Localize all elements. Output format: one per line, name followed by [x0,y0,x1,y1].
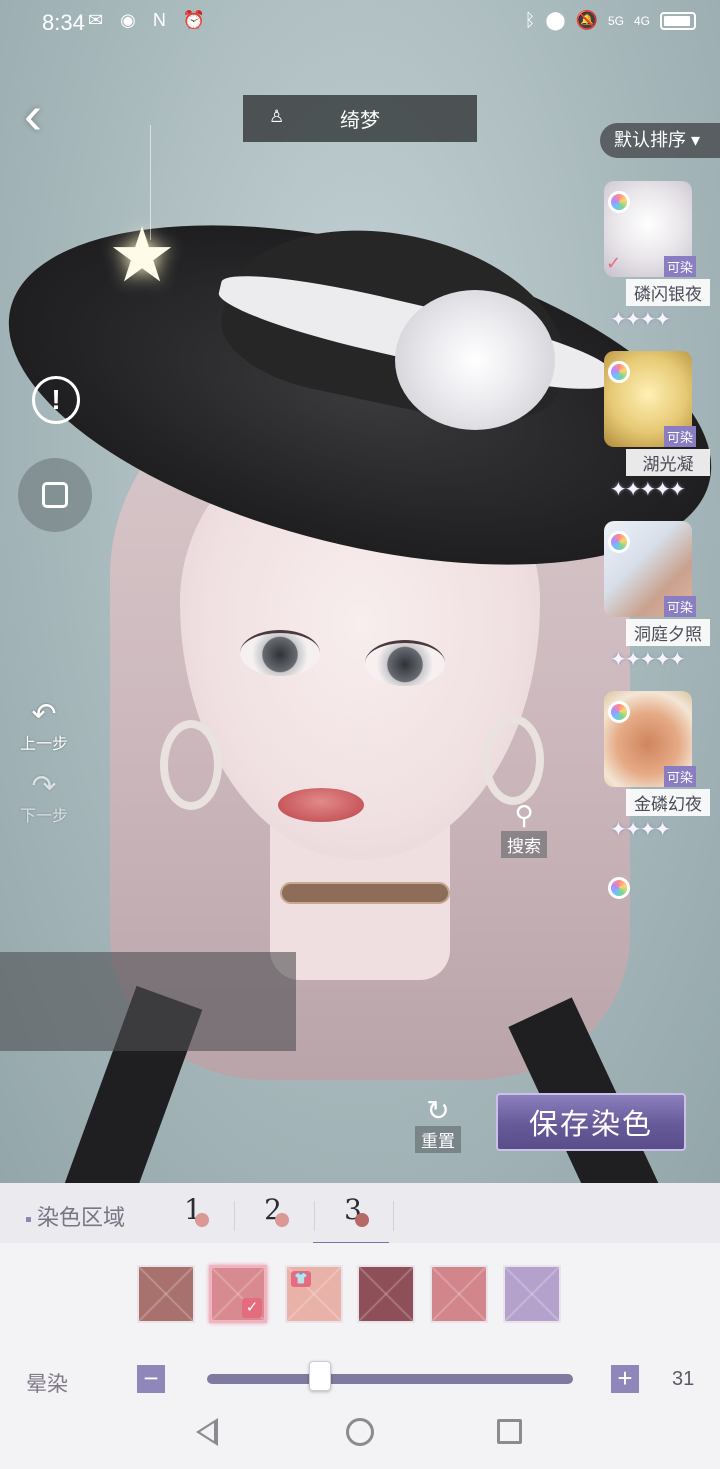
item-card[interactable]: 可染 洞庭夕照 ✦✦✦✦✦ [588,515,720,685]
color-wheel-icon [608,877,630,899]
blend-slider-track[interactable] [207,1374,573,1384]
alarm-icon: ⏰ [182,10,212,30]
status-bar: 8:34 ✉ ◉ N ⏰ ᛒ ⬤ 🔕 5G 4G [0,0,720,44]
eye-icon: ◉ [120,10,142,30]
character-left-eye [240,630,320,676]
color-swatch[interactable] [430,1265,488,1323]
5g-signal-icon: 5G [607,13,624,28]
tab-region-1[interactable]: 1 [163,1193,223,1233]
undo-label: 上一步 [19,736,68,753]
search-button[interactable]: ⚲ 搜索 [490,800,558,858]
dye-region-tabs: 染色区域 1 2 3 [0,1183,720,1245]
color-swatch[interactable]: ✓ [209,1265,267,1323]
color-dot [275,1213,289,1227]
outfit-title: 绮梦 [340,110,380,132]
right-earring [482,715,544,805]
dyeable-badge: 可染 [664,256,697,277]
color-wheel-icon [608,531,630,553]
color-swatch[interactable] [137,1265,195,1323]
selected-check-icon: ✓ [606,253,622,273]
stop-button[interactable] [18,458,92,532]
save-dye-button[interactable]: 保存染色 [496,1093,686,1151]
reset-icon: ↻ [426,1095,450,1126]
search-icon: ⚲ [514,800,534,830]
blend-label: 晕染 [26,1373,68,1396]
blend-value: 31 [672,1368,695,1390]
nav-recents-icon[interactable] [497,1419,522,1444]
nav-back-icon[interactable] [196,1418,218,1446]
color-dot [195,1213,209,1227]
dyeable-badge: 可染 [664,596,697,617]
left-earring [160,720,222,810]
item-stars: ✦✦✦✦ [610,819,671,841]
item-name: 湖光凝 [626,449,710,476]
increase-button[interactable]: + [611,1365,639,1393]
item-stars: ✦✦✦✦✦ [610,649,686,671]
item-list: ✓ 可染 磷闪银夜 ✦✦✦✦ 可染 湖光凝 ✦✦✦✦✦ 可染 洞庭夕照 ✦✦✦✦… [588,175,720,905]
alert-button[interactable]: ! [32,376,80,424]
tab-divider [314,1201,315,1231]
status-time: 8:34 [42,10,85,35]
nav-home-icon[interactable] [346,1418,374,1446]
system-nav-bar [0,1400,720,1469]
bluetooth-icon: ᛒ [524,10,536,30]
color-swatch[interactable] [357,1265,415,1323]
item-card[interactable]: ✓ 可染 磷闪银夜 ✦✦✦✦ [588,175,720,345]
color-wheel-icon [608,191,630,213]
item-stars: ✦✦✦✦✦ [610,479,686,501]
color-wheel-icon [608,361,630,383]
reset-button[interactable]: ↻ 重置 [410,1096,466,1153]
outfit-title-box: ♙ 绮梦 [243,95,477,142]
item-card[interactable] [588,855,720,905]
dye-region-label: 染色区域 [26,1200,125,1232]
item-name: 金磷幻夜 [626,789,710,816]
item-stars: ✦✦✦✦ [610,309,671,331]
character-lips [278,788,364,822]
redo-button[interactable]: ↷ 下一步 [14,772,74,826]
check-icon: ✓ [242,1298,262,1318]
decrease-button[interactable]: − [137,1365,165,1393]
item-name: 磷闪银夜 [626,279,710,306]
status-left-icons: ✉ ◉ N ⏰ [88,10,211,31]
plus-icon: + [617,1363,633,1393]
dyeable-badge: 可染 [664,766,697,787]
hat-camellia [395,290,555,430]
blend-slider-thumb[interactable] [309,1361,332,1391]
undo-icon: ↶ [31,698,57,731]
star-icon: ★ [108,213,177,298]
shirt-icon: 👕 [291,1271,311,1287]
back-arrow-icon: ‹ [24,85,42,145]
dyeable-badge: 可染 [664,426,697,447]
item-card[interactable]: 可染 湖光凝 ✦✦✦✦✦ [588,345,720,515]
status-right-icons: ᛒ ⬤ 🔕 5G 4G [525,10,696,31]
tab-region-2[interactable]: 2 [243,1193,303,1233]
sort-dropdown[interactable]: 默认排序 ▾ [600,123,720,158]
redo-label: 下一步 [19,808,68,825]
choker-necklace [280,882,450,904]
item-name: 洞庭夕照 [626,619,710,646]
tab-divider [234,1201,235,1231]
search-label: 搜索 [501,831,547,858]
tab-region-3[interactable]: 3 [313,1193,389,1245]
4g-signal-icon: 4G [633,13,650,28]
location-icon: ⬤ [545,10,566,30]
color-wheel-icon [608,701,630,723]
reset-label: 重置 [415,1126,461,1153]
nfc-icon: N [152,10,172,30]
redo-icon: ↷ [31,770,57,803]
tab-divider [393,1201,394,1231]
battery-icon [660,11,696,30]
undo-button[interactable]: ↶ 上一步 [14,700,74,754]
minus-icon: − [143,1363,159,1393]
square-icon [42,482,68,508]
character-right-eye [365,640,445,686]
wechat-icon: ✉ [88,10,110,30]
item-card[interactable]: 可染 金磷幻夜 ✦✦✦✦ [588,685,720,855]
mute-icon: 🔕 [575,10,598,30]
color-dot [355,1213,369,1227]
overlay-panel [0,952,296,1051]
color-swatch[interactable] [503,1265,561,1323]
color-swatch[interactable]: 👕 [285,1265,343,1323]
back-button[interactable]: ‹ [24,88,74,146]
